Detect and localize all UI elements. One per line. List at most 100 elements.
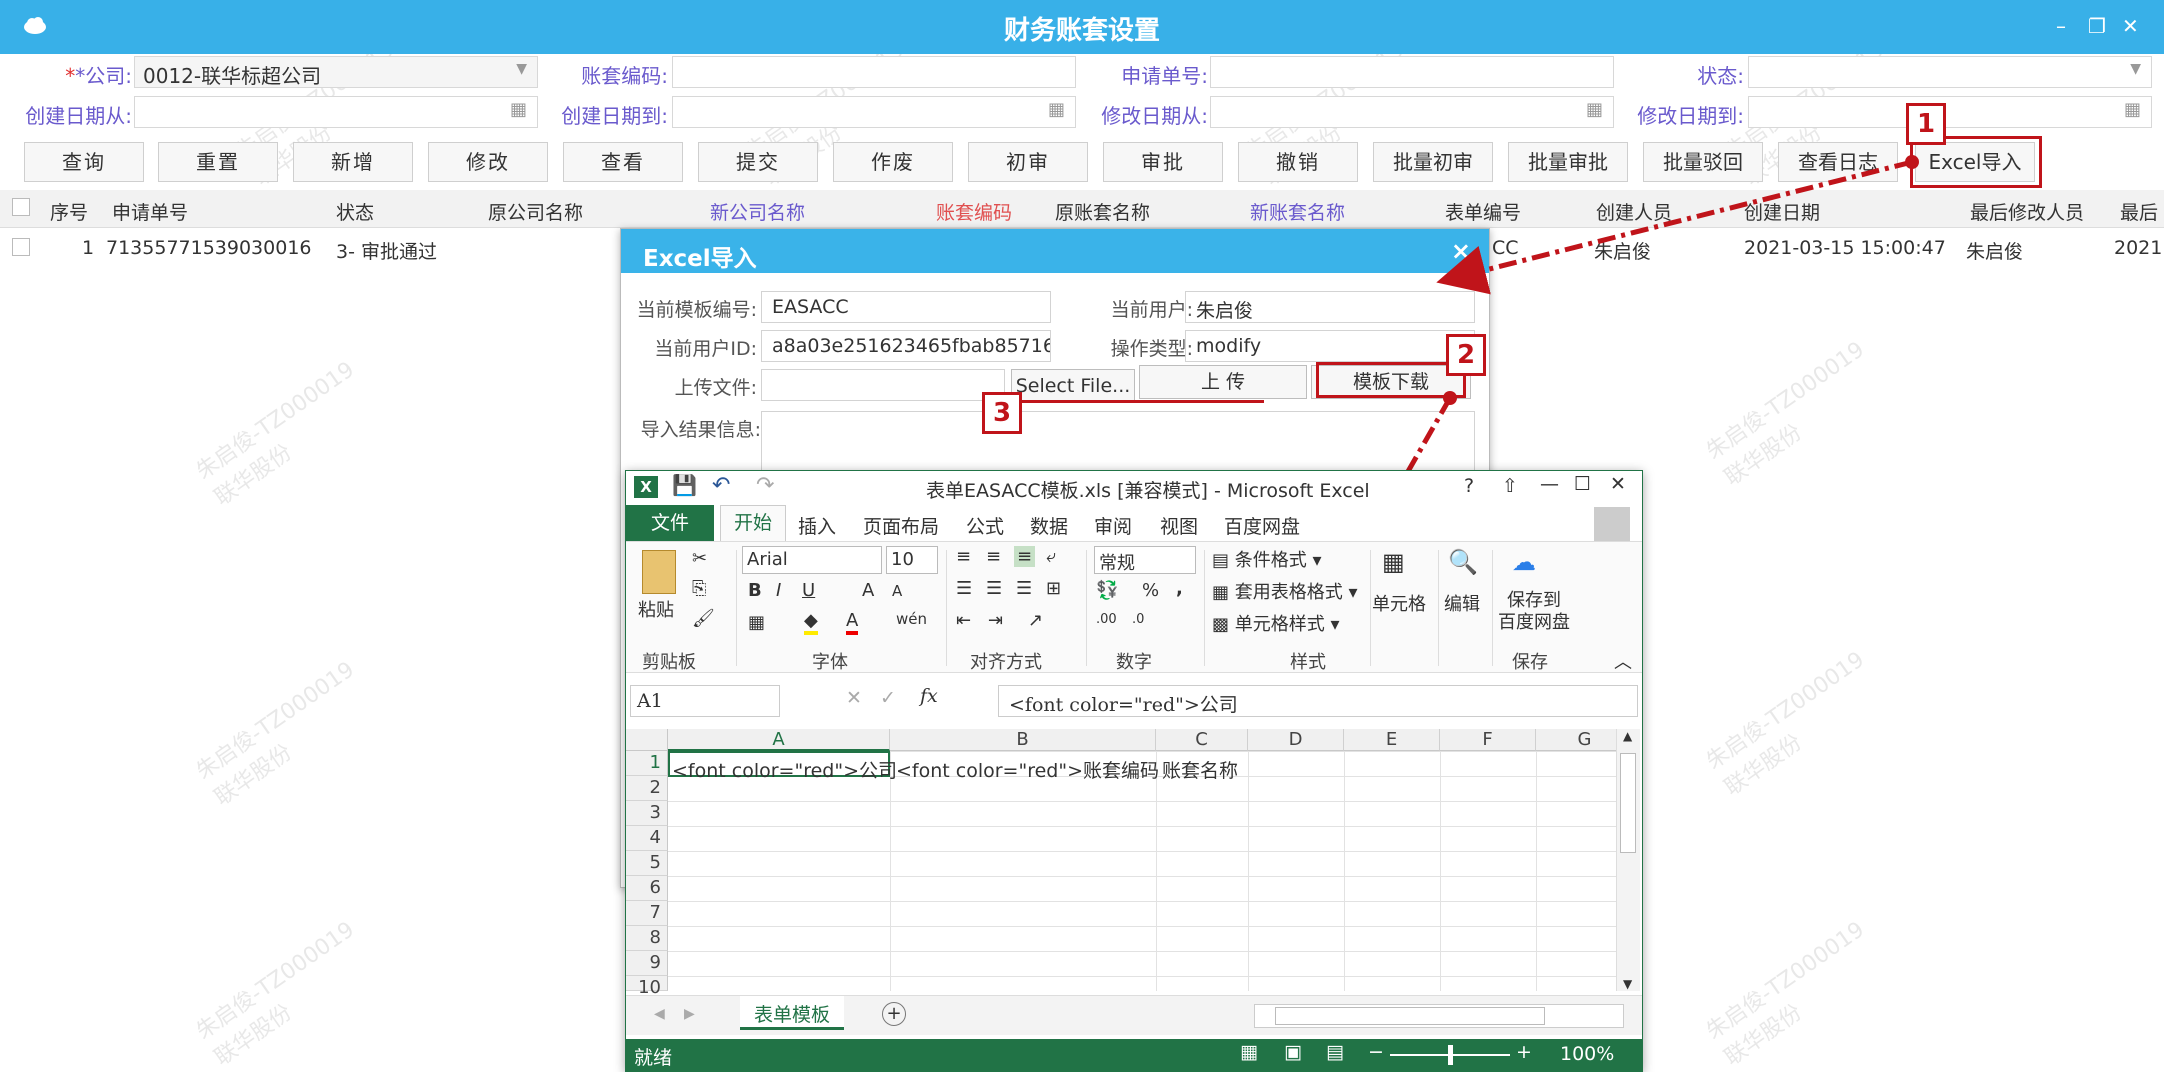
row-header-4[interactable]: 4 bbox=[626, 826, 668, 851]
horizontal-scrollbar[interactable] bbox=[1254, 1004, 1624, 1028]
save-to-baidu-button[interactable]: 保存到 百度网盘 bbox=[1498, 590, 1570, 634]
name-box[interactable]: A1 bbox=[630, 685, 780, 717]
fx-icon[interactable]: fx bbox=[920, 685, 938, 707]
enter-icon[interactable]: ✓ bbox=[880, 687, 896, 709]
row-header-7[interactable]: 7 bbox=[626, 901, 668, 926]
increase-indent-icon[interactable]: ⇥ bbox=[988, 610, 1003, 631]
col-header-c[interactable]: C bbox=[1156, 729, 1248, 751]
h-scroll-thumb[interactable] bbox=[1275, 1007, 1545, 1025]
comma-icon[interactable]: , bbox=[1176, 578, 1183, 599]
align-top-icon[interactable]: ≡ bbox=[956, 546, 971, 567]
grow-font-icon[interactable]: A bbox=[862, 580, 874, 601]
percent-icon[interactable]: % bbox=[1142, 580, 1159, 601]
ribbon-display-icon[interactable]: ⇧ bbox=[1502, 475, 1518, 497]
maximize-icon[interactable]: ☐ bbox=[1574, 473, 1591, 495]
spreadsheet-grid[interactable]: A B C D E F G 1 2 3 4 5 6 7 8 9 10 <font… bbox=[626, 729, 1634, 998]
cell-style-button[interactable]: ▩ 单元格样式 ▾ bbox=[1212, 610, 1340, 636]
align-bottom-icon[interactable]: ≡ bbox=[1014, 546, 1036, 567]
redo-icon[interactable]: ↷ bbox=[756, 473, 774, 498]
user-avatar-icon[interactable] bbox=[1594, 507, 1630, 541]
select-all-corner[interactable] bbox=[626, 729, 668, 751]
align-middle-icon[interactable]: ≡ bbox=[986, 546, 1001, 567]
vertical-scrollbar[interactable]: ▲ ▼ bbox=[1616, 729, 1640, 991]
zoom-out-icon[interactable]: − bbox=[1368, 1041, 1384, 1063]
border-icon[interactable]: ▦ bbox=[748, 612, 765, 633]
cut-icon[interactable]: ✂ bbox=[692, 548, 707, 569]
row-header-2[interactable]: 2 bbox=[626, 776, 668, 801]
col-header-b[interactable]: B bbox=[890, 729, 1156, 751]
minimize-icon[interactable]: — bbox=[1540, 473, 1559, 495]
cell-c1[interactable]: 账套名称 bbox=[1162, 756, 1238, 783]
increase-decimal-icon[interactable]: .00 bbox=[1096, 612, 1117, 627]
sheet-prev-icon[interactable]: ◀ bbox=[654, 1006, 665, 1022]
table-format-button[interactable]: ▦ 套用表格格式 ▾ bbox=[1212, 578, 1358, 604]
tab-file[interactable]: 文件 bbox=[626, 505, 714, 541]
merge-icon[interactable]: ⊞ bbox=[1046, 578, 1061, 599]
decrease-decimal-icon[interactable]: .0 bbox=[1132, 612, 1144, 627]
cell-a1[interactable]: <font color="red">公司 bbox=[672, 756, 897, 783]
undo-icon[interactable]: ↶ bbox=[712, 473, 730, 498]
zoom-level[interactable]: 100% bbox=[1560, 1043, 1614, 1065]
format-painter-icon[interactable]: 🖌 bbox=[692, 608, 715, 629]
col-header-e[interactable]: E bbox=[1344, 729, 1440, 751]
scroll-down-icon[interactable]: ▼ bbox=[1623, 977, 1632, 991]
align-right-icon[interactable]: ☰ bbox=[1016, 578, 1032, 599]
number-format-select[interactable]: 常规 bbox=[1094, 546, 1196, 574]
cells-button[interactable]: 单元格 bbox=[1372, 590, 1426, 616]
tab-baidu[interactable]: 百度网盘 bbox=[1224, 512, 1300, 539]
normal-view-icon[interactable]: ▦ bbox=[1240, 1041, 1258, 1063]
copy-icon[interactable]: ⎘ bbox=[692, 578, 706, 599]
orientation-icon[interactable]: ↗ bbox=[1028, 610, 1043, 631]
tab-insert[interactable]: 插入 bbox=[798, 512, 836, 539]
shrink-font-icon[interactable]: A bbox=[892, 582, 902, 600]
decrease-indent-icon[interactable]: ⇤ bbox=[956, 610, 971, 631]
formula-input[interactable]: <font color="red">公司 bbox=[998, 685, 1638, 717]
conditional-format-button[interactable]: ▤ 条件格式 ▾ bbox=[1212, 546, 1322, 572]
italic-icon[interactable]: I bbox=[776, 580, 781, 601]
tab-formulas[interactable]: 公式 bbox=[966, 512, 1004, 539]
align-center-icon[interactable]: ☰ bbox=[986, 578, 1002, 599]
add-sheet-icon[interactable]: + bbox=[882, 1002, 906, 1026]
row-header-6[interactable]: 6 bbox=[626, 876, 668, 901]
row-header-8[interactable]: 8 bbox=[626, 926, 668, 951]
row-header-9[interactable]: 9 bbox=[626, 951, 668, 976]
col-header-d[interactable]: D bbox=[1248, 729, 1344, 751]
page-break-view-icon[interactable]: ▤ bbox=[1326, 1041, 1344, 1063]
underline-icon[interactable]: U bbox=[802, 580, 815, 601]
scroll-thumb[interactable] bbox=[1620, 753, 1636, 853]
row-header-10[interactable]: 10 bbox=[626, 976, 668, 998]
tab-data[interactable]: 数据 bbox=[1030, 512, 1068, 539]
paste-icon[interactable] bbox=[642, 550, 676, 594]
scroll-up-icon[interactable]: ▲ bbox=[1623, 729, 1632, 743]
phonetic-icon[interactable]: wén bbox=[896, 610, 927, 628]
bold-icon[interactable]: B bbox=[748, 580, 762, 601]
fill-color-icon[interactable]: ◆ bbox=[804, 610, 818, 635]
currency-icon[interactable]: 💱 bbox=[1096, 580, 1118, 601]
help-icon[interactable]: ? bbox=[1464, 475, 1474, 497]
close-icon[interactable]: ✕ bbox=[1610, 473, 1626, 495]
font-color-icon[interactable]: A bbox=[846, 610, 859, 635]
row-header-3[interactable]: 3 bbox=[626, 801, 668, 826]
font-size-select[interactable]: 10 bbox=[886, 546, 938, 574]
font-name-select[interactable]: Arial bbox=[742, 546, 882, 574]
save-icon[interactable]: 💾 bbox=[672, 473, 697, 497]
row-header-5[interactable]: 5 bbox=[626, 851, 668, 876]
cell-b1[interactable]: <font color="red">账套编码 bbox=[896, 756, 1159, 783]
tab-review[interactable]: 审阅 bbox=[1094, 512, 1132, 539]
collapse-ribbon-icon[interactable]: ︿ bbox=[1614, 648, 1632, 674]
sheet-next-icon[interactable]: ▶ bbox=[684, 1006, 695, 1022]
col-header-f[interactable]: F bbox=[1440, 729, 1536, 751]
sheet-tab-template[interactable]: 表单模板 bbox=[740, 996, 845, 1030]
tab-page-layout[interactable]: 页面布局 bbox=[863, 512, 939, 539]
page-layout-view-icon[interactable]: ▣ bbox=[1284, 1041, 1302, 1063]
tab-view[interactable]: 视图 bbox=[1160, 512, 1198, 539]
align-left-icon[interactable]: ☰ bbox=[956, 578, 972, 599]
cancel-icon[interactable]: ✕ bbox=[846, 687, 862, 709]
edit-button[interactable]: 编辑 bbox=[1444, 590, 1480, 616]
wrap-text-icon[interactable]: ⤶ bbox=[1046, 546, 1056, 567]
zoom-in-icon[interactable]: + bbox=[1516, 1041, 1532, 1063]
col-header-a[interactable]: A bbox=[668, 729, 890, 751]
paste-button[interactable]: 粘贴 bbox=[638, 596, 674, 622]
row-header-1[interactable]: 1 bbox=[626, 751, 668, 776]
zoom-slider-thumb[interactable] bbox=[1448, 1045, 1453, 1065]
